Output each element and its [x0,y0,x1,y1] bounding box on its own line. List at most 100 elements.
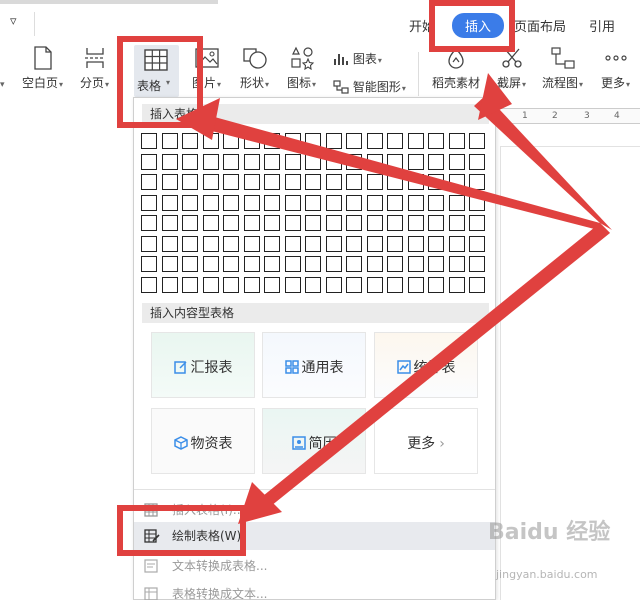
table-grid-cell[interactable] [407,194,424,211]
table-grid-cell[interactable] [264,133,280,149]
table-grid-cell[interactable] [346,235,362,252]
table-grid-cell[interactable] [264,215,280,231]
table-grid-cell[interactable] [141,235,157,252]
table-grid-cell[interactable] [243,235,260,252]
template-card-materials[interactable]: 物资表 [151,408,255,474]
table-size-grid[interactable] [141,133,491,296]
table-grid-cell[interactable] [202,215,219,231]
table-grid-cell[interactable] [387,153,403,170]
table-grid-cell[interactable] [366,215,383,231]
table-grid-cell[interactable] [243,215,260,231]
table-grid-cell[interactable] [387,215,403,231]
table-grid-cell[interactable] [346,256,362,272]
table-grid-cell[interactable] [407,256,424,272]
template-card-general[interactable]: 通用表 [262,332,366,398]
tab-reference[interactable]: 引用 [589,16,615,35]
table-grid-cell[interactable] [284,215,301,231]
table-grid-cell[interactable] [305,174,321,190]
quick-access-dropdown-icon[interactable]: ▿ [10,14,17,29]
menu-item-text-to-table[interactable]: 文本转换成表格... [134,552,495,580]
table-grid-cell[interactable] [469,153,485,170]
table-grid-cell[interactable] [141,256,157,272]
table-grid-cell[interactable] [325,153,342,170]
table-grid-cell[interactable] [182,174,198,190]
table-grid-cell[interactable] [264,153,280,170]
menu-item-table-to-text[interactable]: 表格转换成文本... [134,580,495,600]
table-grid-cell[interactable] [284,194,301,211]
table-grid-cell[interactable] [264,194,280,211]
table-grid-cell[interactable] [387,235,403,252]
table-grid-cell[interactable] [223,276,239,293]
template-card-statistics[interactable]: 统计表 [374,332,478,398]
table-grid-cell[interactable] [182,276,198,293]
table-grid-cell[interactable] [243,276,260,293]
table-grid-cell[interactable] [243,194,260,211]
table-grid-cell[interactable] [284,276,301,293]
table-grid-cell[interactable] [141,174,157,190]
table-grid-cell[interactable] [346,276,362,293]
table-grid-cell[interactable] [325,276,342,293]
tab-page-layout[interactable]: 页面布局 [514,16,566,35]
table-grid-cell[interactable] [325,133,342,149]
table-grid-cell[interactable] [161,194,178,211]
table-grid-cell[interactable] [243,256,260,272]
table-grid-cell[interactable] [325,215,342,231]
table-grid-cell[interactable] [284,235,301,252]
chevron-down-icon[interactable]: ▾ [0,80,5,90]
table-grid-cell[interactable] [387,256,403,272]
table-grid-cell[interactable] [469,215,485,231]
table-grid-cell[interactable] [243,153,260,170]
table-grid-cell[interactable] [448,194,465,211]
table-grid-cell[interactable] [366,153,383,170]
table-grid-cell[interactable] [366,133,383,149]
table-grid-cell[interactable] [182,215,198,231]
template-card-resume[interactable]: 简历 [262,408,366,474]
table-grid-cell[interactable] [305,153,321,170]
table-grid-cell[interactable] [346,215,362,231]
table-grid-cell[interactable] [428,256,444,272]
table-grid-cell[interactable] [182,256,198,272]
table-grid-cell[interactable] [161,256,178,272]
table-grid-cell[interactable] [202,133,219,149]
table-grid-cell[interactable] [264,235,280,252]
table-grid-cell[interactable] [223,256,239,272]
table-grid-cell[interactable] [305,276,321,293]
page-break-button[interactable]: 分页▾ [80,46,109,91]
table-grid-cell[interactable] [428,194,444,211]
table-grid-cell[interactable] [469,276,485,293]
table-grid-cell[interactable] [223,133,239,149]
table-grid-cell[interactable] [428,235,444,252]
table-grid-cell[interactable] [325,235,342,252]
table-grid-cell[interactable] [448,153,465,170]
table-grid-cell[interactable] [264,276,280,293]
table-grid-cell[interactable] [161,153,178,170]
table-grid-cell[interactable] [366,174,383,190]
table-grid-cell[interactable] [366,235,383,252]
table-grid-cell[interactable] [346,153,362,170]
table-grid-cell[interactable] [284,133,301,149]
table-grid-cell[interactable] [407,235,424,252]
table-grid-cell[interactable] [305,133,321,149]
table-grid-cell[interactable] [202,235,219,252]
table-grid-cell[interactable] [202,174,219,190]
shape-button[interactable]: 形状▾ [240,46,269,91]
table-grid-cell[interactable] [428,174,444,190]
table-grid-cell[interactable] [428,153,444,170]
table-grid-cell[interactable] [223,215,239,231]
table-grid-cell[interactable] [448,174,465,190]
chart-button[interactable]: 图表▾ [333,50,382,67]
table-grid-cell[interactable] [366,276,383,293]
table-grid-cell[interactable] [202,256,219,272]
daoke-material-button[interactable]: 稻壳素材 [432,46,480,91]
table-grid-cell[interactable] [264,174,280,190]
blank-page-button[interactable]: 空白页▾ [22,46,63,91]
table-grid-cell[interactable] [264,256,280,272]
table-grid-cell[interactable] [469,235,485,252]
table-grid-cell[interactable] [469,256,485,272]
table-grid-cell[interactable] [428,276,444,293]
table-grid-cell[interactable] [305,215,321,231]
table-grid-cell[interactable] [141,153,157,170]
table-grid-cell[interactable] [469,133,485,149]
table-grid-cell[interactable] [407,133,424,149]
table-grid-cell[interactable] [407,215,424,231]
